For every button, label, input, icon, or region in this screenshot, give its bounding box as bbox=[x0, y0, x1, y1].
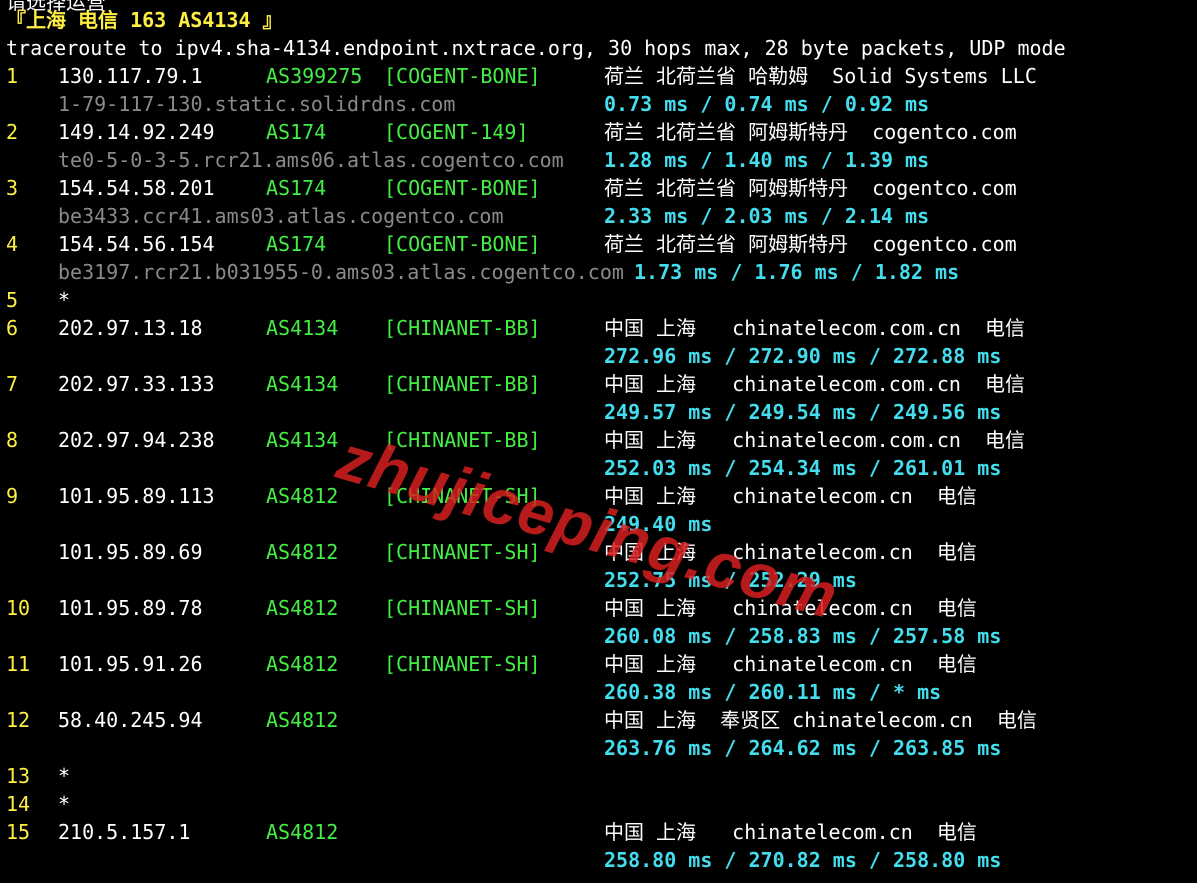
hop-tag: [CHINANET-SH] bbox=[384, 652, 541, 676]
hop-asn: AS4812 bbox=[266, 596, 339, 620]
hop-rtt: 1.73 ms / 1.76 ms / 1.82 ms bbox=[634, 260, 960, 284]
hop-asn: AS4134 bbox=[266, 428, 339, 452]
hop-ip: 130.117.79.1 bbox=[58, 64, 203, 88]
hop-number: 5 bbox=[6, 288, 19, 312]
hop-number: 13 bbox=[6, 764, 31, 788]
hop-ip: 154.54.56.154 bbox=[58, 232, 215, 256]
hop-geo: 荷兰 北荷兰省 阿姆斯特丹 cogentco.com bbox=[604, 232, 1017, 256]
hop-asn: AS4812 bbox=[266, 820, 339, 844]
title-line: 『上海 电信 163 AS4134 』 bbox=[0, 6, 283, 34]
hop-number: 15 bbox=[6, 820, 31, 844]
hop-asn: AS399275 bbox=[266, 64, 363, 88]
hop-ip: 101.95.91.26 bbox=[58, 652, 203, 676]
hop-number: 12 bbox=[6, 708, 31, 732]
hop-ip: 101.95.89.69 bbox=[58, 540, 203, 564]
hop-rtt: 252.75 ms / 252.29 ms bbox=[604, 568, 857, 592]
hop-rtt: 249.57 ms / 249.54 ms / 249.56 ms bbox=[604, 400, 1002, 424]
hop-asn: AS4134 bbox=[266, 316, 339, 340]
timeout-star: * bbox=[58, 764, 71, 788]
hop-rtt: 263.76 ms / 264.62 ms / 263.85 ms bbox=[604, 736, 1002, 760]
hop-tag: [CHINANET-SH] bbox=[384, 484, 541, 508]
hop-asn: AS4812 bbox=[266, 652, 339, 676]
hop-ip: 149.14.92.249 bbox=[58, 120, 215, 144]
hop-hostname: be3433.ccr41.ams03.atlas.cogentco.com bbox=[58, 204, 504, 228]
hop-geo: 荷兰 北荷兰省 阿姆斯特丹 cogentco.com bbox=[604, 120, 1017, 144]
terminal-window: 请选择运营 『上海 电信 163 AS4134 』 traceroute to … bbox=[0, 0, 1197, 883]
hop-ip: 101.95.89.78 bbox=[58, 596, 203, 620]
hop-number: 9 bbox=[6, 484, 19, 508]
hop-number: 14 bbox=[6, 792, 31, 816]
hop-tag: [COGENT-BONE] bbox=[384, 176, 541, 200]
hop-number: 4 bbox=[6, 232, 19, 256]
hop-rtt: 260.38 ms / 260.11 ms / * ms bbox=[604, 680, 942, 704]
hop-asn: AS4812 bbox=[266, 540, 339, 564]
hop-number: 8 bbox=[6, 428, 19, 452]
hop-asn: AS174 bbox=[266, 120, 327, 144]
hop-asn: AS4812 bbox=[266, 484, 339, 508]
hop-tag: [CHINANET-BB] bbox=[384, 428, 541, 452]
hop-rtt: 1.28 ms / 1.40 ms / 1.39 ms bbox=[604, 148, 930, 172]
hop-tag: [CHINANET-BB] bbox=[384, 372, 541, 396]
hop-number: 10 bbox=[6, 596, 31, 620]
hop-asn: AS4134 bbox=[266, 372, 339, 396]
hop-geo: 荷兰 北荷兰省 哈勒姆 Solid Systems LLC bbox=[604, 64, 1037, 88]
traceroute-command: traceroute to ipv4.sha-4134.endpoint.nxt… bbox=[6, 36, 1066, 60]
hop-number: 11 bbox=[6, 652, 31, 676]
hop-asn: AS174 bbox=[266, 232, 327, 256]
hop-hostname: te0-5-0-3-5.rcr21.ams06.atlas.cogentco.c… bbox=[58, 148, 564, 172]
hop-number: 6 bbox=[6, 316, 19, 340]
hop-ip: 202.97.13.18 bbox=[58, 316, 203, 340]
hop-rtt: 260.08 ms / 258.83 ms / 257.58 ms bbox=[604, 624, 1002, 648]
hop-ip: 101.95.89.113 bbox=[58, 484, 215, 508]
region-title: 『上海 电信 163 AS4134 』 bbox=[6, 8, 283, 32]
hop-geo: 荷兰 北荷兰省 阿姆斯特丹 cogentco.com bbox=[604, 176, 1017, 200]
hop-ip: 154.54.58.201 bbox=[58, 176, 215, 200]
hop-hostname: be3197.rcr21.b031955-0.ams03.atlas.cogen… bbox=[58, 260, 624, 284]
hop-geo: 中国 上海 chinatelecom.cn 电信 bbox=[604, 484, 977, 508]
hop-rtt: 2.33 ms / 2.03 ms / 2.14 ms bbox=[604, 204, 930, 228]
hop-ip: 58.40.245.94 bbox=[58, 708, 203, 732]
hop-geo: 中国 上海 chinatelecom.cn 电信 bbox=[604, 820, 977, 844]
hop-asn: AS174 bbox=[266, 176, 327, 200]
hop-geo: 中国 上海 chinatelecom.com.cn 电信 bbox=[604, 372, 1026, 396]
hop-number: 3 bbox=[6, 176, 19, 200]
hop-asn: AS4812 bbox=[266, 708, 339, 732]
hop-rtt: 272.96 ms / 272.90 ms / 272.88 ms bbox=[604, 344, 1002, 368]
hop-geo: 中国 上海 chinatelecom.cn 电信 bbox=[604, 540, 977, 564]
hop-tag: [CHINANET-BB] bbox=[384, 316, 541, 340]
hop-tag: [CHINANET-SH] bbox=[384, 540, 541, 564]
hop-rtt: 258.80 ms / 270.82 ms / 258.80 ms bbox=[604, 848, 1002, 872]
timeout-star: * bbox=[58, 288, 71, 312]
hop-tag: [COGENT-BONE] bbox=[384, 232, 541, 256]
hop-rtt: 0.73 ms / 0.74 ms / 0.92 ms bbox=[604, 92, 930, 116]
timeout-star: * bbox=[58, 792, 71, 816]
hop-number: 2 bbox=[6, 120, 19, 144]
hop-rtt: 249.40 ms bbox=[604, 512, 713, 536]
hop-geo: 中国 上海 chinatelecom.com.cn 电信 bbox=[604, 428, 1026, 452]
hop-tag: [COGENT-149] bbox=[384, 120, 529, 144]
hop-rtt: 252.03 ms / 254.34 ms / 261.01 ms bbox=[604, 456, 1002, 480]
hop-ip: 202.97.33.133 bbox=[58, 372, 215, 396]
hop-geo: 中国 上海 chinatelecom.cn 电信 bbox=[604, 596, 977, 620]
hop-tag: [COGENT-BONE] bbox=[384, 64, 541, 88]
hop-ip: 210.5.157.1 bbox=[58, 820, 191, 844]
hop-number: 7 bbox=[6, 372, 19, 396]
hop-geo: 中国 上海 chinatelecom.com.cn 电信 bbox=[604, 316, 1026, 340]
hop-geo: 中国 上海 chinatelecom.cn 电信 bbox=[604, 652, 977, 676]
hop-ip: 202.97.94.238 bbox=[58, 428, 215, 452]
hop-geo: 中国 上海 奉贤区 chinatelecom.cn 电信 bbox=[604, 708, 1037, 732]
hop-hostname: 1-79-117-130.static.solidrdns.com bbox=[58, 92, 456, 116]
hop-tag: [CHINANET-SH] bbox=[384, 596, 541, 620]
command-line: traceroute to ipv4.sha-4134.endpoint.nxt… bbox=[0, 34, 1066, 62]
hop-number: 1 bbox=[6, 64, 19, 88]
